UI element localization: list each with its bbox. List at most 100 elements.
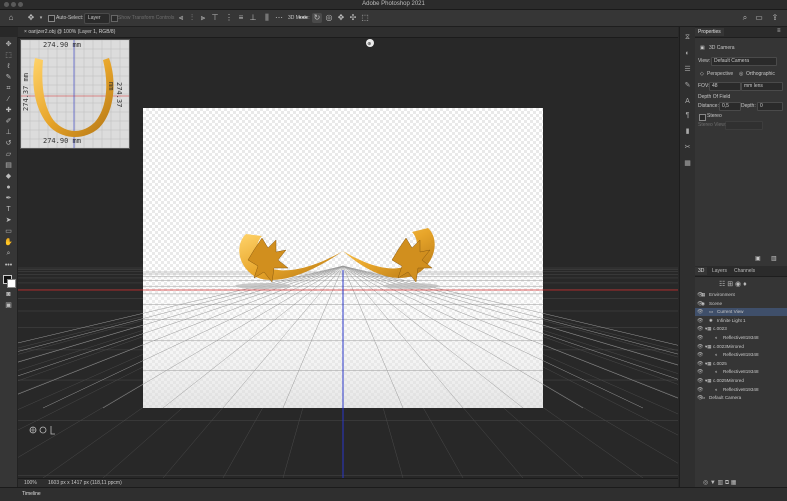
scene-item[interactable]: 👁 ▦ Environment [695, 291, 787, 299]
move-tool-icon[interactable]: ✥ [4, 40, 13, 49]
distance-input[interactable]: 0,5 [719, 102, 741, 111]
roll-3d-icon[interactable]: ◎ [324, 13, 334, 23]
path-select-tool-icon[interactable]: ➤ [4, 216, 13, 225]
distribute-horizontal-icon[interactable]: ⫼ [262, 13, 272, 23]
auto-select-dropdown[interactable]: Layer [84, 13, 110, 24]
brush-tool-icon[interactable]: ✐ [4, 117, 13, 126]
rectangle-tool-icon[interactable]: ▭ [4, 227, 13, 236]
zoom-tool-icon[interactable]: ⌕ [4, 249, 13, 258]
stereo-view-dropdown[interactable] [725, 121, 763, 130]
document-tab[interactable]: × oarijzer2.obj @ 100% (Layer 1, RGB/8) [24, 28, 115, 36]
visibility-eye-icon[interactable]: 👁 [697, 334, 703, 342]
scene-item[interactable]: 👁 ▾▦ c.0025 [695, 360, 787, 368]
tab-3d[interactable]: 3D [695, 267, 708, 275]
dodge-tool-icon[interactable]: ● [4, 183, 13, 192]
home-icon[interactable]: ⌂ [6, 13, 16, 23]
tab-channels[interactable]: Channels [731, 267, 758, 275]
healing-brush-tool-icon[interactable]: ✚ [4, 106, 13, 115]
background-color-swatch[interactable] [7, 279, 16, 288]
libraries-icon[interactable]: ▮ [683, 127, 692, 136]
tab-properties[interactable]: Properties [695, 28, 724, 36]
visibility-eye-icon[interactable]: 👁 [697, 325, 703, 333]
distribute-icon[interactable]: ⋮ [224, 13, 234, 23]
scene-item[interactable]: 👁 ▾▦ c.0023Mirrored [695, 343, 787, 351]
delete-icon[interactable]: ▥ [771, 255, 777, 262]
type-tool-icon[interactable]: T [4, 205, 13, 214]
pan-3d-icon[interactable]: ✥ [336, 13, 346, 23]
panel-menu-icon[interactable]: ≡ [777, 28, 781, 34]
quick-select-tool-icon[interactable]: ✎ [4, 73, 13, 82]
scene-item[interactable]: 👁 ✺ Infinite Light 1 [695, 317, 787, 325]
pen-tool-icon[interactable]: ✒ [4, 194, 13, 203]
scene-item[interactable]: 👁 ◐ Reflective819348 [695, 368, 787, 376]
crop-tool-icon[interactable]: ⌗ [4, 84, 13, 93]
scene-item[interactable]: 👁 ▭ Current View [695, 308, 787, 317]
distribute-spacing-icon[interactable]: ⋯ [274, 13, 284, 23]
navigator-preview[interactable]: 274.90 mm 274.90 mm 274.37 mm 274.37 mm [20, 39, 130, 149]
scene-item[interactable]: 👁 ◉ Scene [695, 300, 787, 308]
stereo-checkbox[interactable] [699, 114, 706, 121]
visibility-eye-icon[interactable]: 👁 [697, 377, 703, 385]
fov-input[interactable]: 48 [709, 82, 741, 91]
move-tool-icon[interactable]: ✥ [26, 13, 36, 23]
visibility-eye-icon[interactable]: 👁 [697, 360, 703, 368]
visibility-eye-icon[interactable]: 👁 [697, 308, 703, 316]
align-left-icon[interactable]: ⫷ [176, 13, 186, 23]
align-right-icon[interactable]: ⫸ [198, 13, 208, 23]
visibility-eye-icon[interactable]: 👁 [697, 317, 703, 325]
fov-unit-dropdown[interactable]: mm lens [741, 82, 783, 91]
slide-3d-icon[interactable]: ✣ [348, 13, 358, 23]
history-brush-tool-icon[interactable]: ↺ [4, 139, 13, 148]
share-icon[interactable]: ⇪ [770, 13, 780, 23]
visibility-eye-icon[interactable]: 👁 [697, 386, 703, 394]
scene-item[interactable]: 👁 ▾▦ c.0025Mirrored [695, 377, 787, 385]
chevron-down-icon[interactable]: ▾ [36, 13, 46, 23]
workspace-icon[interactable]: ▭ [754, 13, 764, 23]
orthographic-icon[interactable]: ◎ [739, 70, 743, 78]
blur-tool-icon[interactable]: ◆ [4, 172, 13, 181]
character-icon[interactable]: A [683, 97, 692, 106]
distribute-bottom-icon[interactable]: ⊥ [248, 13, 258, 23]
scene-item[interactable]: 👁 ◐ Reflective819348 [695, 334, 787, 342]
search-icon[interactable]: ⌕ [740, 13, 750, 23]
eraser-tool-icon[interactable]: ▱ [4, 150, 13, 159]
align-top-icon[interactable]: ⊤ [210, 13, 220, 23]
scale-3d-icon[interactable]: ⬚ [360, 13, 370, 23]
scene-filter-icons[interactable]: ☷ ⊞ ◉ ♦ [719, 280, 747, 288]
lasso-tool-icon[interactable]: ℓ [4, 62, 13, 71]
transform-controls-checkbox[interactable] [111, 15, 118, 22]
adjustments-icon[interactable]: ◐ [683, 49, 692, 58]
eyedropper-tool-icon[interactable]: ⁄ [4, 95, 13, 104]
render-icon[interactable]: ▣ [755, 255, 761, 262]
stamp-tool-icon[interactable]: ⊥ [4, 128, 13, 137]
timeline-tab[interactable]: Timeline [22, 490, 41, 498]
paragraph-icon[interactable]: ¶ [683, 111, 692, 120]
3d-panel-footer-icons[interactable]: ◎ ▼ ▥ ⧉ ▦ [703, 479, 736, 487]
align-center-icon[interactable]: ⫶ [187, 13, 197, 23]
view-dropdown[interactable]: Default Camera [711, 57, 777, 66]
glyphs-icon[interactable]: ▦ [683, 159, 692, 168]
auto-select-checkbox[interactable] [48, 15, 55, 22]
tab-layers[interactable]: Layers [709, 267, 730, 275]
3d-axis-widget[interactable] [29, 426, 55, 435]
scene-item[interactable]: 👁 ▭ Default Camera [695, 394, 787, 402]
scene-item[interactable]: 👁 ◐ Reflective819348 [695, 386, 787, 394]
screen-mode-icon[interactable]: ▣ [4, 301, 13, 310]
gradient-tool-icon[interactable]: ▤ [4, 161, 13, 170]
marquee-tool-icon[interactable]: ⬚ [4, 51, 13, 60]
scene-item[interactable]: 👁 ▾▦ c.0023 [695, 325, 787, 333]
scene-item[interactable]: 👁 ◐ Reflective819348 [695, 351, 787, 359]
tools-preset-icon[interactable]: ✂ [683, 143, 692, 152]
quick-mask-icon[interactable]: ◙ [4, 290, 13, 299]
visibility-eye-icon[interactable]: 👁 [697, 351, 703, 359]
hand-tool-icon[interactable]: ✋ [4, 238, 13, 247]
distribute-middle-icon[interactable]: ≡ [236, 13, 246, 23]
perspective-icon[interactable]: ◇ [700, 70, 704, 78]
visibility-eye-icon[interactable]: 👁 [697, 368, 703, 376]
brush-settings-icon[interactable]: ✎ [683, 81, 692, 90]
visibility-eye-icon[interactable]: 👁 [697, 343, 703, 351]
orbit-3d-icon[interactable]: ↻ [312, 13, 322, 23]
more-tools-icon[interactable]: ••• [4, 261, 13, 270]
history-icon[interactable]: ⧖ [683, 33, 692, 42]
sliders-icon[interactable]: ☰ [683, 65, 692, 74]
